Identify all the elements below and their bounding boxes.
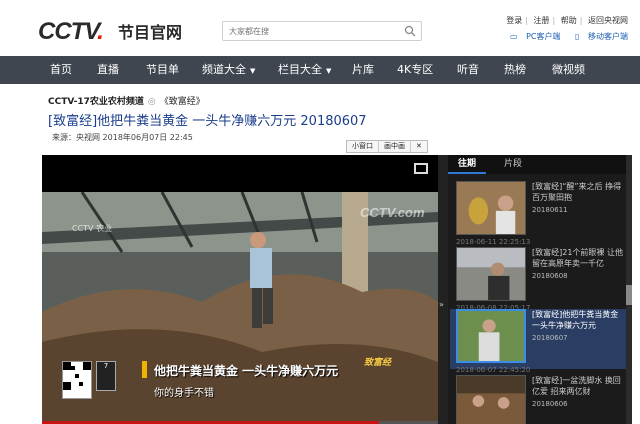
pc-client-link[interactable]: ▭ PC客户端 (504, 32, 561, 41)
video-caption: 他把牛粪当黄金 一头牛净赚六万元 (154, 364, 339, 378)
separator: | (552, 16, 556, 25)
close-icon[interactable]: ✕ (411, 141, 427, 152)
nav-schedule[interactable]: 节目单 (146, 56, 179, 84)
nav-programs-label: 栏目大全 (278, 63, 322, 76)
chevron-down-icon: ▼ (250, 67, 256, 75)
tab-clips[interactable]: 片段 (494, 155, 532, 174)
player-mode-buttons: 小窗口 画中画 ✕ (346, 140, 428, 153)
separator: | (579, 16, 583, 25)
logo-dot: . (97, 18, 104, 45)
nav-audio[interactable]: 听音 (457, 56, 479, 84)
login-link[interactable]: 登录 (506, 16, 522, 25)
double-chevron-icon: » (439, 300, 444, 309)
sidebar-toggle[interactable]: » (438, 155, 448, 424)
episode-title: [致富经]他把牛粪当黄金 一头牛净赚六万元 (532, 310, 619, 330)
show-logo: 致富经 (364, 358, 392, 368)
fullscreen-icon[interactable] (414, 163, 428, 174)
nav-library[interactable]: 片库 (352, 56, 374, 84)
breadcrumb: CCTV-17农业农村频道 ◎ 《致富经》 (48, 94, 205, 107)
search-icon[interactable] (404, 25, 416, 37)
sidebar-tabs: 往期 片段 (448, 155, 632, 174)
help-link[interactable]: 帮助 (561, 16, 577, 25)
chevron-down-icon: ▼ (326, 67, 332, 75)
program-link[interactable]: 《致富经》 (160, 97, 205, 107)
episode-date: 20180611 (532, 206, 568, 214)
episode-item[interactable]: [致富经]“醒”来之后 挣得百万聚田抱 20180611 2018-06-11 … (456, 181, 626, 246)
cctv-logo[interactable]: CCTV. (38, 18, 104, 46)
mini-window-button[interactable]: 小窗口 (347, 141, 379, 152)
client-links: ▭ PC客户端 ▯ 移动客户端 (498, 31, 628, 42)
episode-title: [致富经]一盆洗脚水 换回亿爱 招来两亿财 (532, 376, 621, 396)
qr-code (62, 361, 92, 399)
channel-link[interactable]: CCTV-17农业农村频道 (48, 97, 144, 107)
pip-button[interactable]: 画中画 (379, 141, 411, 152)
episode-title: [致富经]21个前眼裸 让他留在高原年卖一千亿 (532, 248, 623, 268)
video-meta: 来源：央视网 2018年06月07日 22:45 (52, 132, 193, 143)
monitor-icon: ▭ (509, 32, 518, 41)
return-cctv-link[interactable]: 返回央视网 (588, 16, 628, 25)
nav-home[interactable]: 首页 (50, 56, 72, 84)
site-subtitle: 节目官网 (118, 23, 183, 42)
episode-title: [致富经]“醒”来之后 挣得百万聚田抱 (532, 182, 622, 202)
episode-thumbnail (456, 375, 526, 424)
register-link[interactable]: 注册 (534, 16, 550, 25)
episode-item[interactable]: [致富经]一盆洗脚水 换回亿爱 招来两亿财 20180606 (456, 375, 626, 424)
page-edge (632, 155, 640, 424)
episode-item-current[interactable]: [致富经]他把牛粪当黄金 一头牛净赚六万元 20180607 2018-06-0… (450, 309, 630, 374)
nav-channels-label: 频道大全 (202, 63, 246, 76)
episode-time: 2018-06-07 22:45:20 (456, 366, 531, 374)
nav-live[interactable]: 直播 (97, 56, 119, 84)
search-input[interactable] (223, 22, 393, 40)
nav-4k[interactable]: 4K专区 (397, 56, 433, 84)
pc-client-label: PC客户端 (526, 32, 561, 41)
site-header: CCTV. 节目官网 登录| 注册| 帮助| 返回央视网 ▭ PC客户端 ▯ 移… (0, 0, 640, 56)
phone-icon: ▯ (575, 32, 580, 41)
cctv-watermark: CCTV.com (360, 205, 425, 220)
search-box[interactable] (222, 21, 422, 41)
video-player[interactable]: CCTV.com CCTV 农业 7 他把牛粪当黄金 一头牛净赚六万元 你的身手… (42, 155, 438, 424)
meta-source: 来源：央视网 (52, 133, 100, 142)
episode-date: 20180608 (532, 272, 568, 280)
nav-microvideo[interactable]: 微视频 (552, 56, 585, 84)
info-icon: ◎ (147, 97, 156, 107)
meta-date: 2018年06月07日 22:45 (102, 133, 193, 142)
nav-channels[interactable]: 频道大全 ▼ (202, 56, 255, 84)
logo-text: CCTV (38, 18, 98, 45)
account-links: 登录 | 注册 | 帮助 | 返回央视网 (503, 15, 628, 26)
mobile-client-link[interactable]: ▯ 移动客户端 (569, 32, 628, 41)
episode-thumbnail (456, 309, 526, 363)
episode-sidebar: 往期 片段 [致富经]“醒”来之后 挣得百万聚田抱 20180611 2018-… (448, 155, 632, 424)
nav-programs[interactable]: 栏目大全 ▼ (278, 56, 331, 84)
episode-date: 20180607 (532, 334, 568, 342)
video-subtitle: 你的身手不错 (154, 388, 214, 399)
channel-watermark: CCTV 农业 (72, 224, 113, 233)
caption-marker (142, 361, 147, 378)
episode-item[interactable]: [致富经]21个前眼裸 让他留在高原年卖一千亿 20180608 2018-06… (456, 247, 626, 312)
channel-badge: 7 (96, 361, 116, 391)
episode-time: 2018-06-11 22:25:13 (456, 238, 531, 246)
episode-date: 20180606 (532, 400, 568, 408)
main-nav: 首页 直播 节目单 频道大全 ▼ 栏目大全 ▼ 片库 4K专区 听音 热榜 微视频 (0, 56, 640, 84)
episode-thumbnail (456, 181, 526, 235)
episode-thumbnail (456, 247, 526, 301)
mobile-client-label: 移动客户端 (588, 32, 628, 41)
tab-past[interactable]: 往期 (448, 155, 487, 174)
video-title: [致富经]他把牛粪当黄金 一头牛净赚六万元 20180607 (48, 114, 367, 129)
nav-hot[interactable]: 热榜 (504, 56, 526, 84)
separator: | (525, 16, 528, 25)
